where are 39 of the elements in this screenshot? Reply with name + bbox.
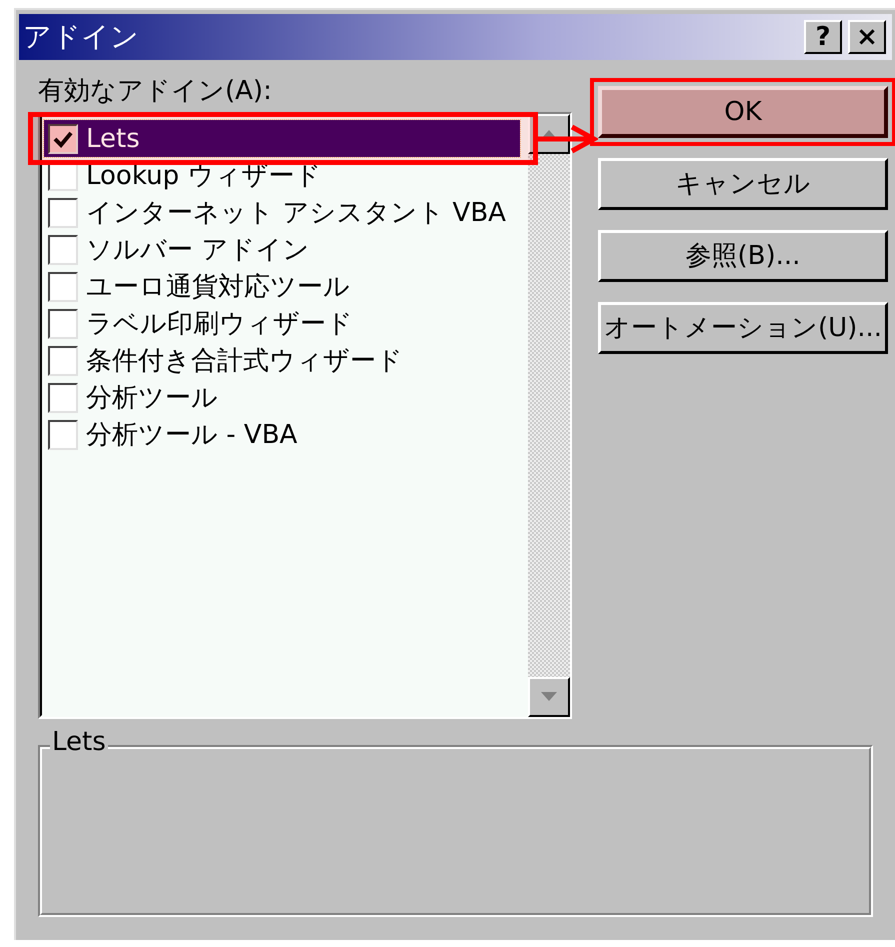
checkbox[interactable]	[48, 420, 78, 450]
item-label: Lookup ウィザード	[86, 162, 322, 188]
list-item[interactable]: インターネット アシスタント VBA	[44, 194, 520, 231]
scroll-down-button[interactable]	[528, 677, 570, 717]
dialog-button[interactable]: オートメーション(U)...	[598, 302, 888, 354]
dialog-button[interactable]: 参照(B)...	[598, 230, 888, 282]
item-label: ラベル印刷ウィザード	[86, 310, 353, 336]
item-label: インターネット アシスタント VBA	[86, 200, 506, 226]
checkbox[interactable]	[48, 234, 78, 264]
list-item[interactable]: Lets	[44, 120, 520, 157]
list-item[interactable]: ユーロ通貨対応ツール	[44, 268, 520, 305]
list-label: 有効なアドイン(A):	[38, 78, 273, 108]
close-button[interactable]: ×	[848, 20, 886, 54]
scrollbar[interactable]	[528, 114, 570, 717]
list-item[interactable]: ラベル印刷ウィザード	[44, 305, 520, 342]
checkbox[interactable]	[48, 308, 78, 338]
window-title: アドイン	[23, 23, 140, 51]
item-label: Lets	[86, 126, 140, 152]
checkbox[interactable]	[48, 198, 78, 228]
scroll-up-button[interactable]	[528, 114, 570, 154]
list-item[interactable]: 分析ツール	[44, 379, 520, 416]
list-item[interactable]: Lookup ウィザード	[44, 157, 520, 194]
item-label: ユーロ通貨対応ツール	[86, 274, 350, 300]
checkmark-icon	[53, 130, 73, 148]
item-label: 分析ツール	[86, 384, 218, 410]
list-item[interactable]: 条件付き合計式ウィザード	[44, 342, 520, 379]
help-button[interactable]: ?	[804, 20, 842, 54]
item-label: 分析ツール - VBA	[86, 422, 298, 448]
arrow	[536, 124, 598, 154]
checkbox[interactable]	[48, 382, 78, 412]
list-item[interactable]: ソルバー アドイン	[44, 231, 520, 268]
checkbox[interactable]	[48, 346, 78, 376]
item-label: 条件付き合計式ウィザード	[86, 348, 403, 374]
checkbox[interactable]	[48, 124, 78, 154]
down-arrow-icon	[539, 691, 559, 703]
dialog-button[interactable]: キャンセル	[598, 158, 888, 210]
item-label: ソルバー アドイン	[86, 236, 310, 262]
list-item[interactable]: 分析ツール - VBA	[44, 416, 520, 453]
checkbox[interactable]	[48, 272, 78, 302]
